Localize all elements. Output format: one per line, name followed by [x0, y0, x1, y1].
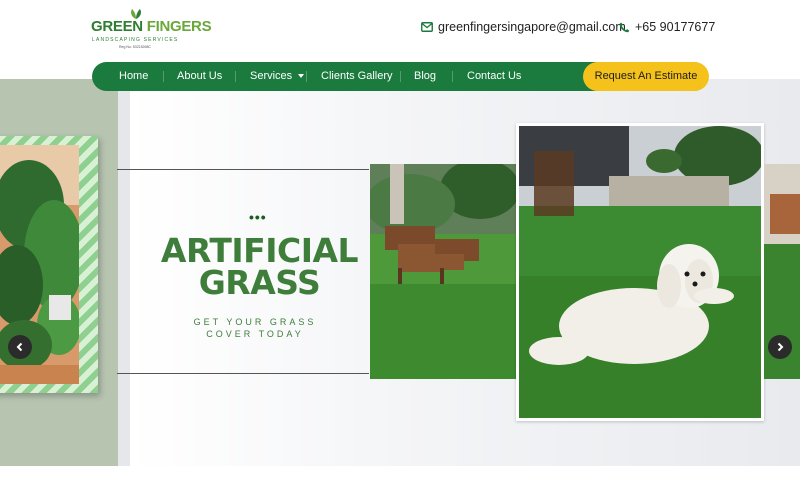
- nav-services[interactable]: Services: [250, 62, 305, 91]
- nav-divider: [235, 71, 236, 82]
- chevron-left-icon: [16, 342, 23, 352]
- logo-reg-number: Reg No: 53215268C: [119, 45, 151, 49]
- hero-tagline-line1: GET YOUR GRASS: [193, 317, 317, 327]
- nav-divider: [400, 71, 401, 82]
- logo-title: GREEN FINGERS: [91, 18, 212, 35]
- nav-blog[interactable]: Blog: [414, 62, 436, 91]
- site-header: GREEN FINGERS LANDSCAPING SERVICES Reg N…: [0, 0, 800, 62]
- request-estimate-button[interactable]: Request An Estimate: [583, 62, 709, 91]
- page-bottom-strip: [0, 466, 800, 500]
- email-text: greenfingersingapore@gmail.com: [438, 20, 626, 34]
- nav-about-us[interactable]: About Us: [177, 62, 222, 91]
- phone-text: +65 90177677: [635, 20, 716, 34]
- logo-subtitle: LANDSCAPING SERVICES: [92, 37, 179, 43]
- nav-home[interactable]: Home: [119, 62, 148, 91]
- chevron-down-icon: [298, 74, 305, 79]
- hero-slider: ••• ARTIFICIAL GRASS GET YOUR GRASS COVE…: [0, 79, 800, 466]
- email-contact[interactable]: greenfingersingapore@gmail.com: [421, 19, 626, 35]
- phone-contact[interactable]: +65 90177677: [619, 19, 715, 35]
- hero-tagline-line2: COVER TODAY: [206, 329, 304, 339]
- hero-text-block: ••• ARTIFICIAL GRASS GET YOUR GRASS COVE…: [117, 169, 369, 374]
- slide-image-deck-chairs: [370, 164, 516, 379]
- nav-services-label: Services: [250, 70, 293, 82]
- nav-contact-us[interactable]: Contact Us: [467, 62, 521, 91]
- phone-icon: [619, 22, 630, 33]
- nav-clients-gallery[interactable]: Clients Gallery: [321, 62, 393, 91]
- slider-prev-button[interactable]: [8, 335, 32, 359]
- site-logo[interactable]: GREEN FINGERS LANDSCAPING SERVICES Reg N…: [91, 8, 212, 49]
- slide-image-dog-on-grass: [516, 123, 764, 421]
- slider-next-button[interactable]: [768, 335, 792, 359]
- nav-divider: [163, 71, 164, 82]
- chevron-right-icon: [777, 342, 784, 352]
- envelope-icon: [421, 22, 433, 32]
- decorative-dots: •••: [249, 209, 267, 225]
- nav-divider: [452, 71, 453, 82]
- hero-headline-line2: GRASS: [198, 263, 321, 302]
- nav-divider: [306, 71, 307, 82]
